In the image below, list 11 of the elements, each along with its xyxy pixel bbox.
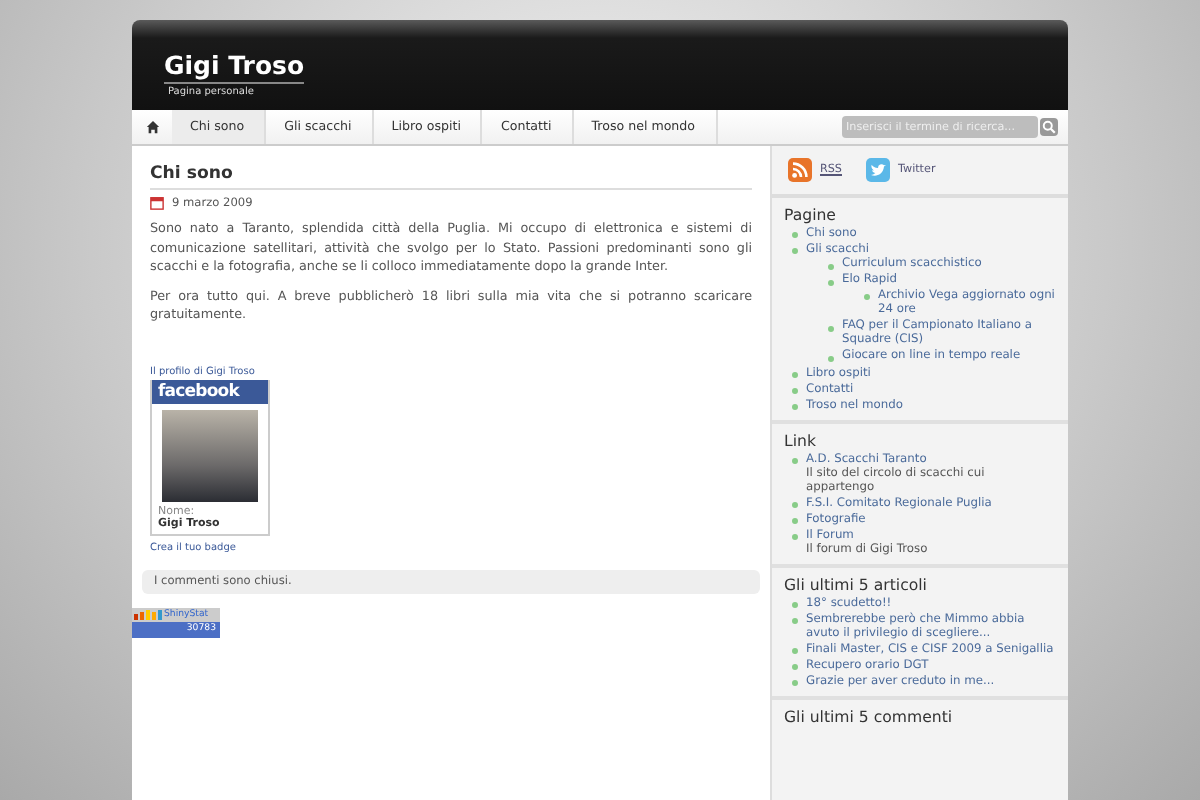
rss-icon[interactable] xyxy=(788,158,812,182)
photo-placeholder xyxy=(162,409,258,502)
facebook-logo: facebook xyxy=(152,379,268,404)
search-button[interactable] xyxy=(1040,118,1058,136)
search-icon xyxy=(1042,120,1056,134)
post-title[interactable]: Chi sono xyxy=(150,164,752,190)
bird-icon[interactable] xyxy=(866,158,890,182)
calendar-icon xyxy=(150,196,164,210)
site-title[interactable]: Gigi Troso xyxy=(164,50,305,84)
home-icon[interactable] xyxy=(145,120,159,134)
bar-chart-icon xyxy=(134,609,162,620)
